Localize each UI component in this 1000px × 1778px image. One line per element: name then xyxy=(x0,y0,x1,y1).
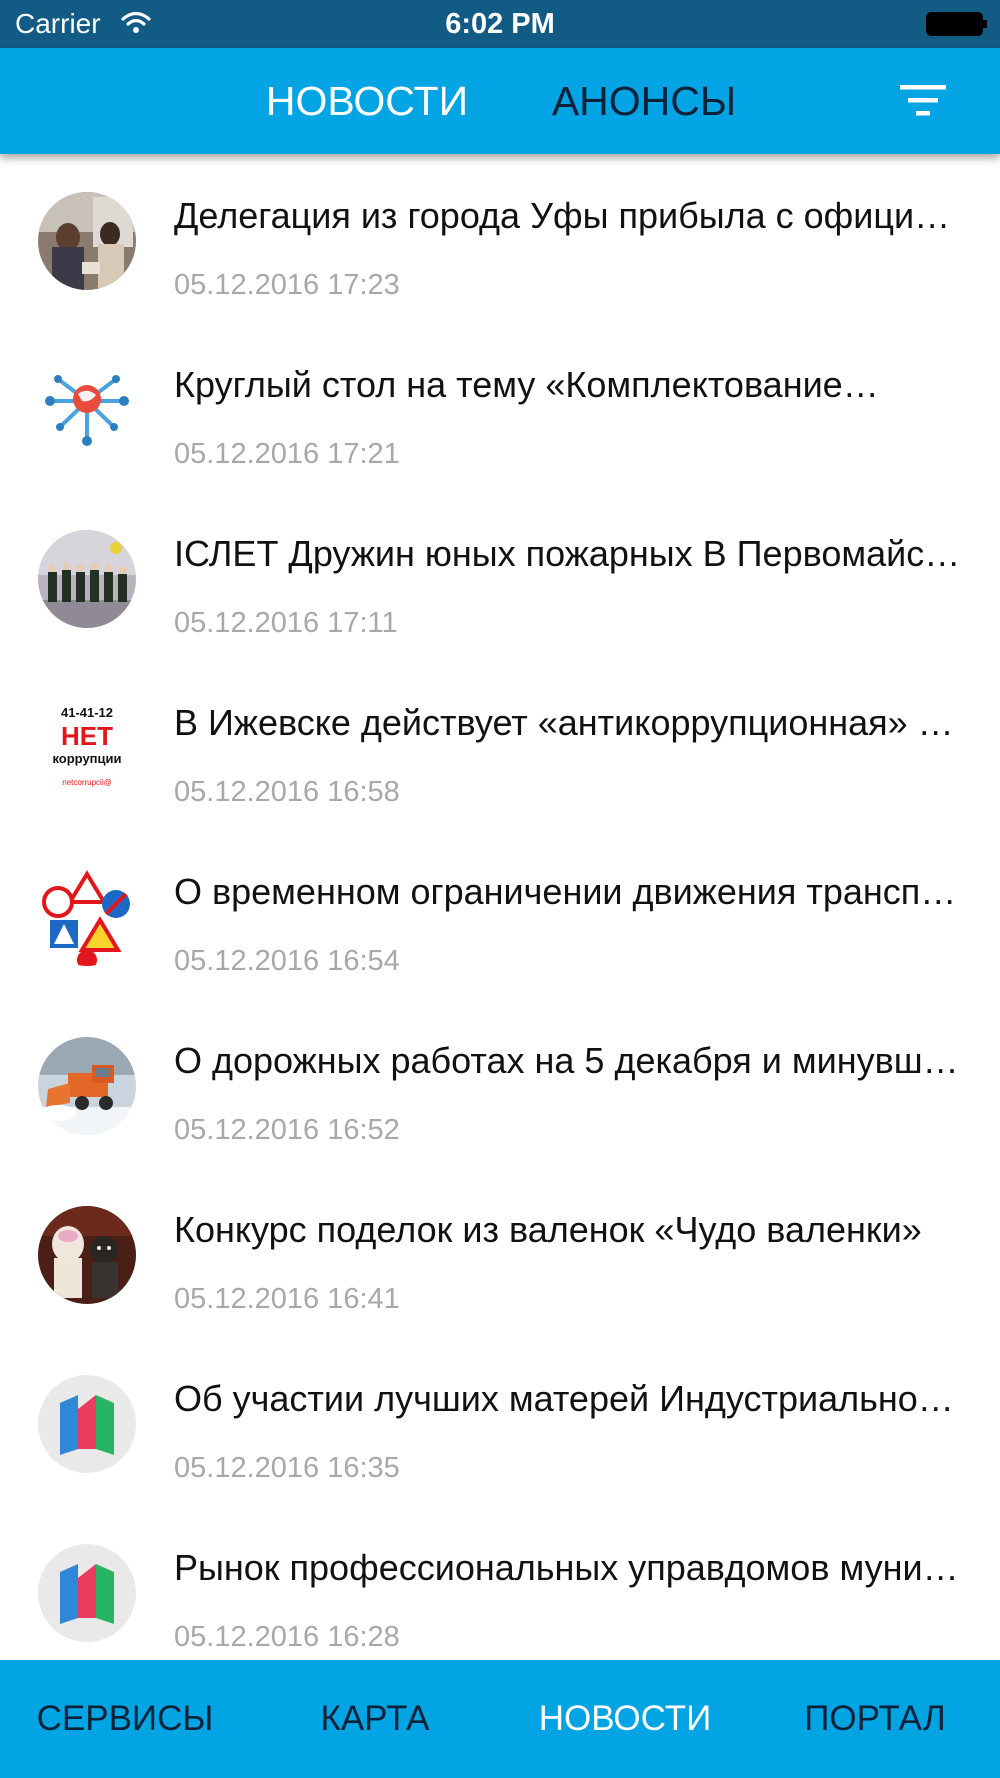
road-signs-icon xyxy=(38,868,136,966)
news-item[interactable]: Круглый стол на тему «Комплектование… 05… xyxy=(0,323,1000,492)
tab-news-bottom[interactable]: НОВОСТИ xyxy=(525,1660,725,1778)
news-title: Конкурс поделок из валенок «Чудо валенки… xyxy=(174,1209,922,1250)
izhevsk-logo-icon xyxy=(38,1375,136,1473)
news-list: Делегация из города Уфы прибыла с официа… xyxy=(0,154,1000,1660)
news-item[interactable]: О временном ограничении движения транспо… xyxy=(0,830,1000,999)
news-date: 05.12.2016 17:21 xyxy=(174,438,400,470)
thumbnail xyxy=(38,1037,136,1135)
thumbnail xyxy=(38,1375,136,1473)
tab-portal[interactable]: ПОРТАЛ xyxy=(790,1660,960,1778)
news-title: Делегация из города Уфы прибыла с официа… xyxy=(174,195,964,236)
news-date: 05.12.2016 16:52 xyxy=(174,1114,400,1146)
news-item[interactable]: IСЛЕТ Дружин юных пожарных В Первомайско… xyxy=(0,492,1000,661)
news-date: 05.12.2016 16:35 xyxy=(174,1452,400,1484)
thumbnail xyxy=(38,361,136,459)
tab-news[interactable]: НОВОСТИ xyxy=(258,48,476,154)
thumbnail xyxy=(38,868,136,966)
thumb-phone: 41-41-12 xyxy=(61,705,113,720)
status-bar: Carrier 6:02 PM xyxy=(0,0,1000,48)
top-header: НОВОСТИ АНОНСЫ xyxy=(0,48,1000,154)
battery-icon xyxy=(926,12,987,36)
thumb-email: netcorrupcii@ xyxy=(62,778,111,787)
status-time: 6:02 PM xyxy=(445,8,555,40)
news-date: 05.12.2016 16:54 xyxy=(174,945,400,977)
news-item[interactable]: Об участии лучших матерей Индустриальног… xyxy=(0,1337,1000,1506)
news-title: О дорожных работах на 5 декабря и минувш… xyxy=(174,1040,964,1081)
news-date: 05.12.2016 16:28 xyxy=(174,1621,400,1653)
news-item[interactable]: Делегация из города Уфы прибыла с официа… xyxy=(0,154,1000,323)
news-title: Рынок профессиональных управдомов муници… xyxy=(174,1547,964,1588)
photo-stage-icon xyxy=(38,530,136,628)
news-title: Об участии лучших матерей Индустриальног… xyxy=(174,1378,964,1419)
news-item[interactable]: О дорожных работах на 5 декабря и минувш… xyxy=(0,999,1000,1168)
thumbnail xyxy=(38,530,136,628)
thumbnail xyxy=(38,192,136,290)
izhevsk-logo-icon xyxy=(38,1544,136,1642)
thumbnail: 41-41-12 НЕТ коррупции netcorrupcii@ xyxy=(38,699,136,797)
bottom-tab-bar: СЕРВИСЫ КАРТА НОВОСТИ ПОРТАЛ xyxy=(0,1660,1000,1778)
globe-network-icon xyxy=(38,361,136,459)
tab-services[interactable]: СЕРВИСЫ xyxy=(20,1660,230,1778)
news-item[interactable]: 41-41-12 НЕТ коррупции netcorrupcii@ В И… xyxy=(0,661,1000,830)
news-date: 05.12.2016 17:23 xyxy=(174,269,400,301)
filter-icon[interactable] xyxy=(900,81,946,121)
news-date: 05.12.2016 16:58 xyxy=(174,776,400,808)
news-title: О временном ограничении движения транспо… xyxy=(174,871,964,912)
thumb-korruptsii: коррупции xyxy=(52,751,121,766)
thumbnail xyxy=(38,1206,136,1304)
snowplow-icon xyxy=(38,1037,136,1135)
news-date: 05.12.2016 17:11 xyxy=(174,607,398,639)
net-korruptsii-icon: 41-41-12 НЕТ коррупции netcorrupcii@ xyxy=(38,699,136,797)
photo-delegation-icon xyxy=(38,192,136,290)
news-title: IСЛЕТ Дружин юных пожарных В Первомайско… xyxy=(174,533,964,574)
felt-boots-icon xyxy=(38,1206,136,1304)
tab-map[interactable]: КАРТА xyxy=(290,1660,460,1778)
news-item[interactable]: Рынок профессиональных управдомов муници… xyxy=(0,1506,1000,1660)
news-item[interactable]: Конкурс поделок из валенок «Чудо валенки… xyxy=(0,1168,1000,1337)
news-title: В Ижевске действует «антикоррупционная» … xyxy=(174,702,964,743)
thumb-net: НЕТ xyxy=(61,721,113,751)
news-date: 05.12.2016 16:41 xyxy=(174,1283,400,1315)
news-title: Круглый стол на тему «Комплектование… xyxy=(174,364,879,405)
thumbnail xyxy=(38,1544,136,1642)
tab-announcements[interactable]: АНОНСЫ xyxy=(546,48,742,154)
